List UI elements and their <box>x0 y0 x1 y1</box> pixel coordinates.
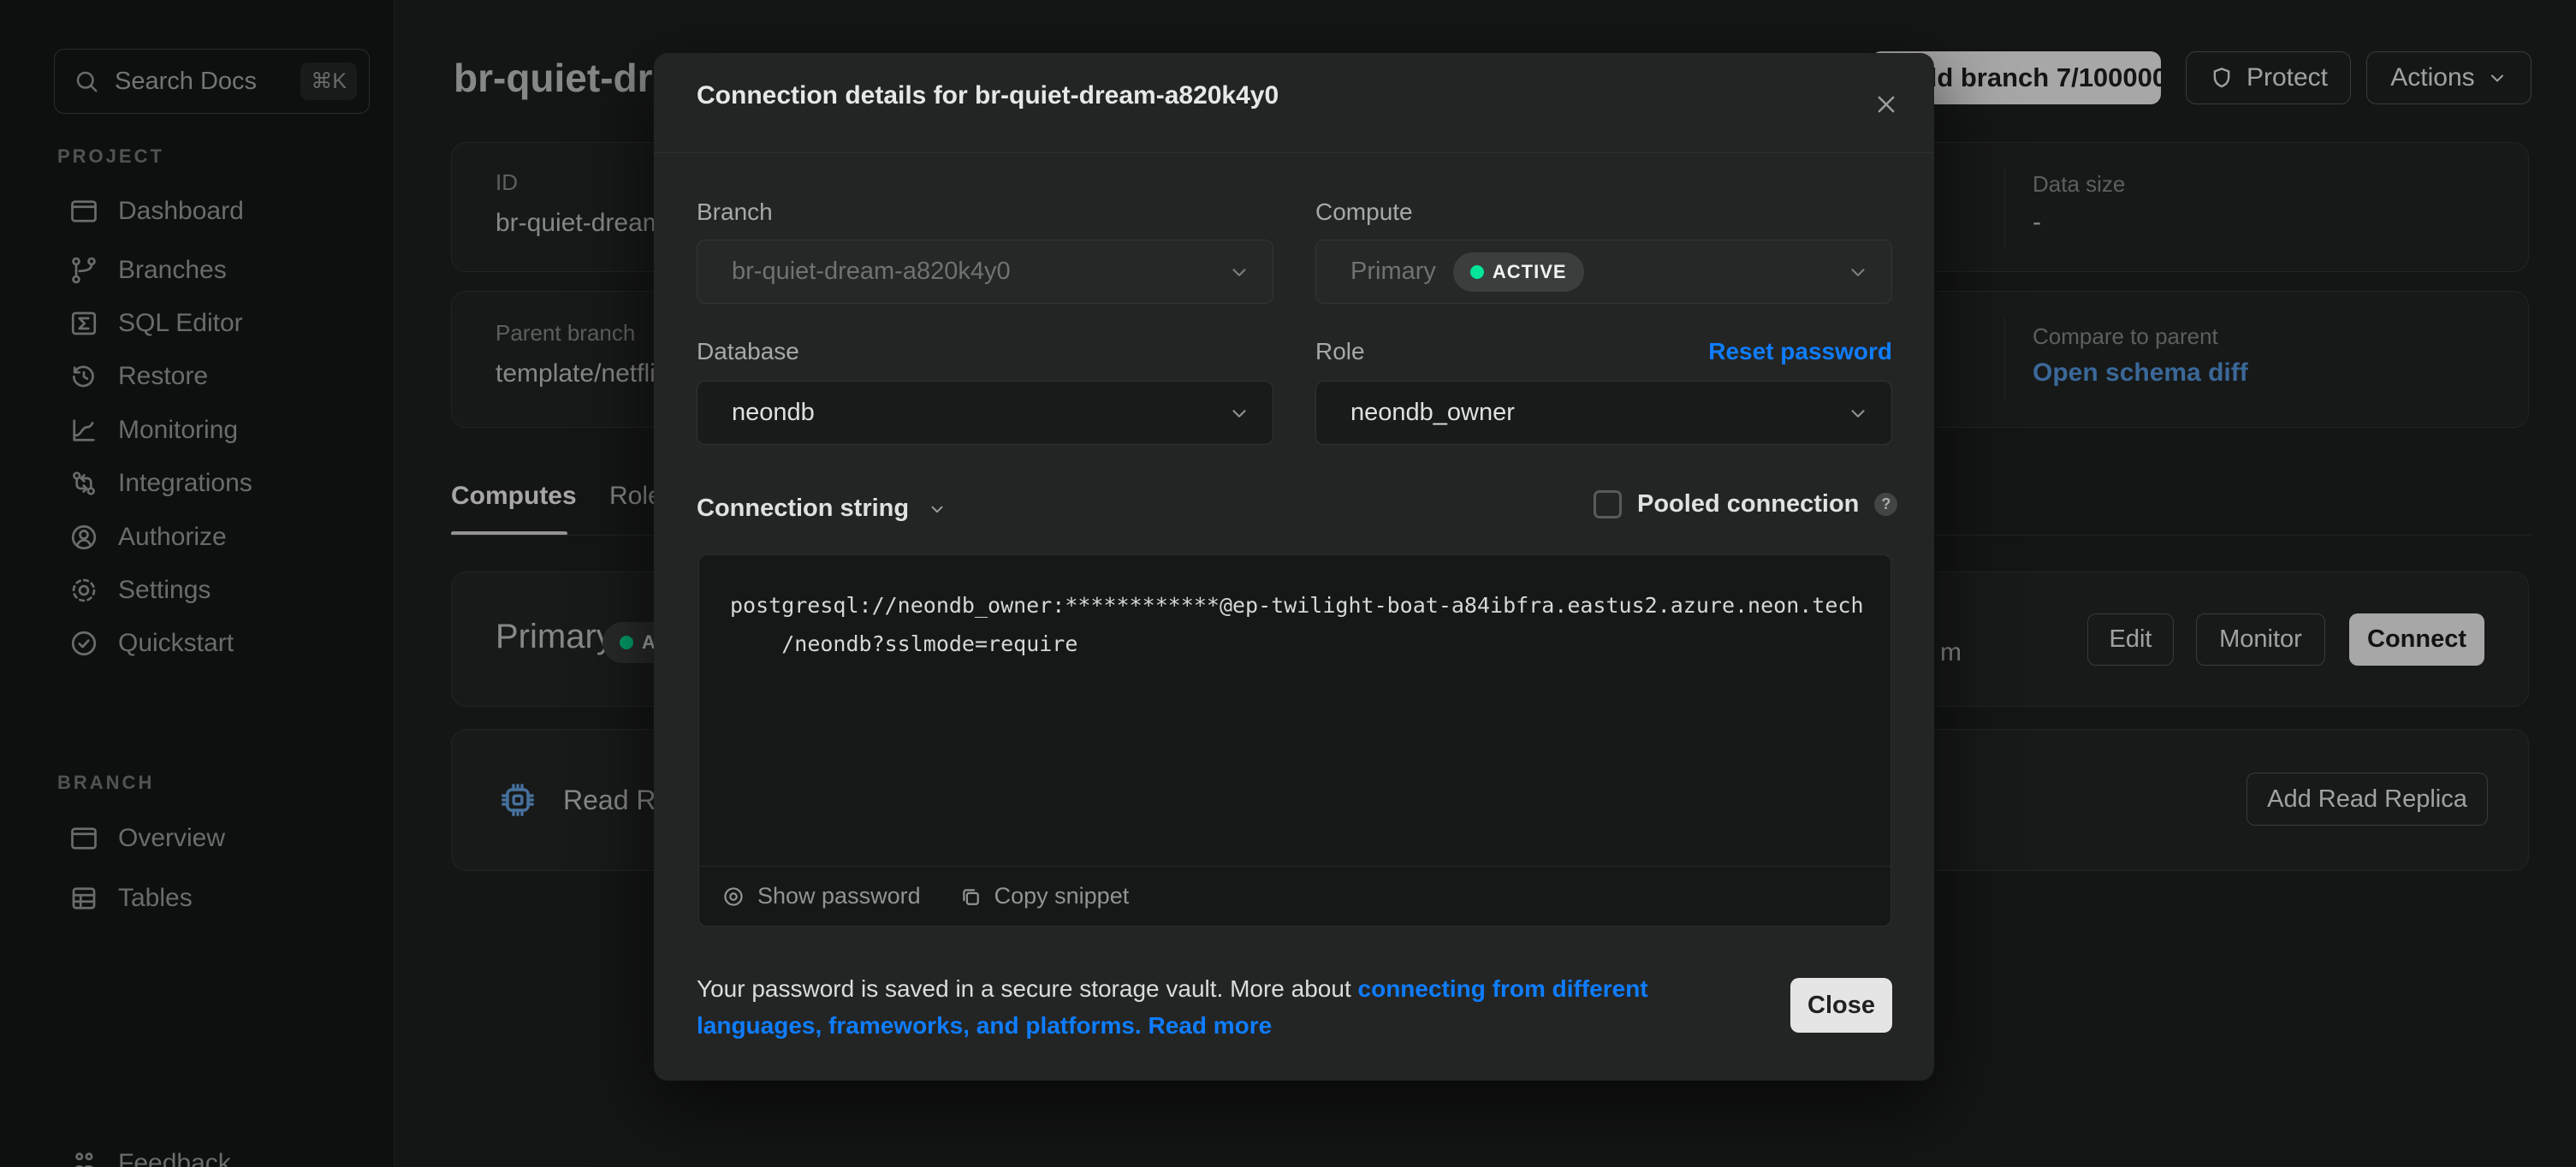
role-field-label: Role <box>1315 338 1365 365</box>
compute-status-badge: ACTIVE <box>1453 252 1584 292</box>
role-select[interactable]: neondb_owner <box>1315 381 1892 445</box>
close-button[interactable]: Close <box>1790 978 1892 1033</box>
show-password-label: Show password <box>757 883 921 909</box>
role-select-value: neondb_owner <box>1350 399 1515 427</box>
connection-string-dropdown[interactable]: Connection string <box>697 495 947 523</box>
help-icon[interactable]: ? <box>1874 493 1897 516</box>
reset-password-link[interactable]: Reset password <box>1708 338 1892 365</box>
modal-title: Connection details for br-quiet-dream-a8… <box>697 81 1279 110</box>
database-select[interactable]: neondb <box>697 381 1273 445</box>
pooled-connection-label: Pooled connection <box>1637 490 1859 518</box>
database-field-label: Database <box>697 338 799 365</box>
chevron-down-icon <box>1228 261 1250 283</box>
modal-footer-text: Your password is saved in a secure stora… <box>697 970 1792 1044</box>
app-window: Search Docs ⌘K PROJECT Dashboard Branche… <box>0 0 2576 1167</box>
read-more-link[interactable]: Read more <box>1148 1012 1272 1039</box>
eye-icon <box>721 885 745 909</box>
copy-icon <box>959 885 982 909</box>
branch-field-label: Branch <box>697 198 773 226</box>
compute-field-label: Compute <box>1315 198 1413 226</box>
branch-select-value: br-quiet-dream-a820k4y0 <box>732 258 1011 286</box>
copy-snippet-label: Copy snippet <box>994 883 1130 909</box>
code-toolbar: Show password Copy snippet <box>699 866 1890 926</box>
compute-select[interactable]: Primary ACTIVE <box>1315 240 1892 304</box>
branch-select[interactable]: br-quiet-dream-a820k4y0 <box>697 240 1273 304</box>
connecting-docs-link[interactable]: connecting from different <box>1358 975 1648 1002</box>
database-select-value: neondb <box>732 399 815 427</box>
connection-string-panel: postgresql://neondb_owner:************@e… <box>698 554 1891 927</box>
compute-select-value: Primary <box>1350 258 1436 286</box>
footer-plain-text: Your password is saved in a secure stora… <box>697 975 1358 1002</box>
chevron-down-icon <box>1847 402 1869 424</box>
modal-header-divider <box>654 152 1934 153</box>
connection-string-label: Connection string <box>697 495 909 523</box>
footer-line-2: languages, frameworks, and platforms. Re… <box>697 1007 1792 1044</box>
pooled-connection-toggle[interactable]: Pooled connection ? <box>1594 490 1897 518</box>
connecting-docs-link[interactable]: languages, frameworks, and platforms. <box>697 1012 1142 1039</box>
chevron-down-icon <box>928 500 947 518</box>
chevron-down-icon <box>1228 402 1250 424</box>
footer-line-1: Your password is saved in a secure stora… <box>697 970 1792 1007</box>
pooled-connection-checkbox[interactable] <box>1594 490 1622 518</box>
copy-snippet-button[interactable]: Copy snippet <box>959 883 1130 909</box>
connection-details-modal: Connection details for br-quiet-dream-a8… <box>654 53 1934 1081</box>
active-dot-icon <box>1470 265 1484 279</box>
connection-string-code[interactable]: postgresql://neondb_owner:************@e… <box>699 555 1890 663</box>
compute-status-text: ACTIVE <box>1493 261 1567 283</box>
close-icon[interactable] <box>1867 86 1905 123</box>
chevron-down-icon <box>1847 261 1869 283</box>
show-password-button[interactable]: Show password <box>721 883 921 909</box>
